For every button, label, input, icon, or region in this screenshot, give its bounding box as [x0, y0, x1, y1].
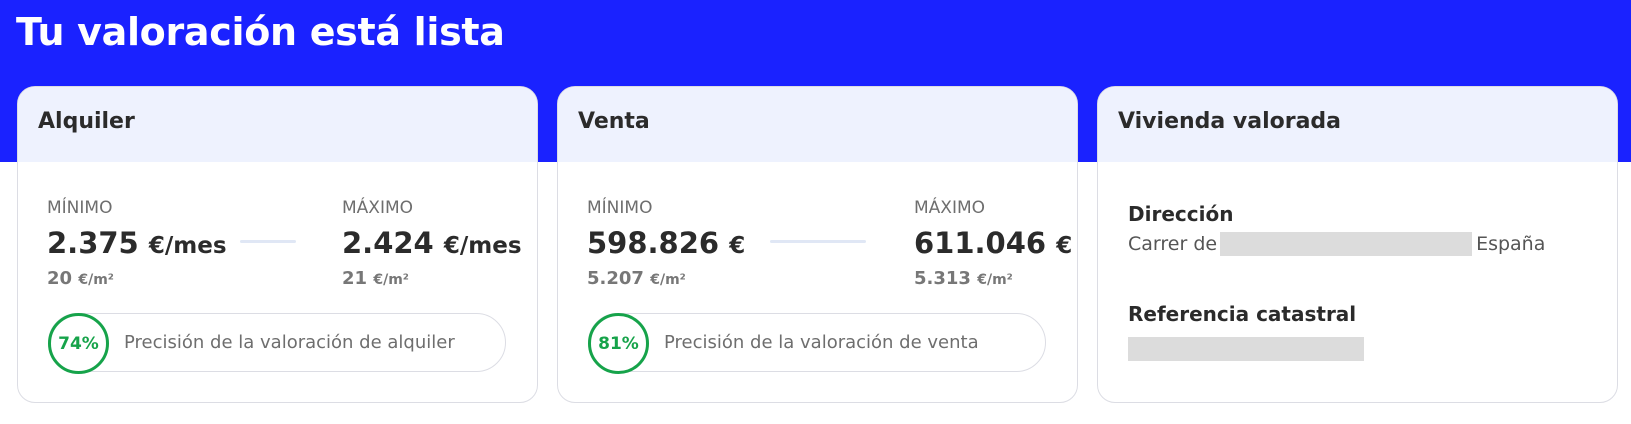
rent-precision-pill: 74% Precisión de la valoración de alquil… [48, 313, 506, 374]
sale-min: MÍNIMO 598.826 € 5.207 €/m² [587, 198, 745, 289]
rent-min: MÍNIMO 2.375 €/mes 20 €/m² [47, 198, 227, 289]
rent-min-sqm: 20 €/m² [47, 268, 114, 289]
range-divider [240, 240, 296, 243]
cadastral-label: Referencia catastral [1128, 302, 1357, 326]
sale-card-title: Venta [578, 109, 650, 134]
rent-max: MÁXIMO 2.424 €/mes 21 €/m² [342, 198, 522, 289]
address-value: Carrer de España [1128, 229, 1545, 259]
page-title: Tu valoración está lista [16, 10, 505, 54]
range-divider [770, 240, 866, 243]
rent-card-title: Alquiler [38, 109, 135, 134]
rent-max-label: MÁXIMO [342, 198, 414, 218]
sale-precision-text: Precisión de la valoración de venta [664, 332, 979, 353]
sale-min-value: 598.826 € [587, 226, 746, 260]
rent-max-sqm: 21 €/m² [342, 268, 409, 289]
address-suffix: España [1476, 233, 1546, 255]
sale-max: MÁXIMO 611.046 € 5.313 €/m² [914, 198, 1072, 289]
property-card-header: Vivienda valorada [1098, 87, 1617, 162]
sale-max-value: 611.046 € [914, 226, 1073, 260]
sale-card: Venta MÍNIMO 598.826 € 5.207 €/m² MÁXIMO… [557, 86, 1078, 403]
property-card: Vivienda valorada Dirección Carrer de Es… [1097, 86, 1618, 403]
rent-min-value: 2.375 €/mes [47, 226, 227, 260]
rent-precision-text: Precisión de la valoración de alquiler [124, 332, 455, 353]
sale-card-header: Venta [558, 87, 1077, 162]
rent-card: Alquiler MÍNIMO 2.375 €/mes 20 €/m² MÁXI… [17, 86, 538, 403]
rent-min-label: MÍNIMO [47, 198, 113, 218]
address-redaction [1220, 232, 1473, 256]
sale-max-sqm: 5.313 €/m² [914, 268, 1013, 289]
sale-min-label: MÍNIMO [587, 198, 653, 218]
sale-max-label: MÁXIMO [914, 198, 986, 218]
sale-precision-ring: 81% [588, 313, 649, 374]
sale-precision-pill: 81% Precisión de la valoración de venta [588, 313, 1046, 374]
address-prefix: Carrer de [1128, 233, 1218, 255]
rent-max-value: 2.424 €/mes [342, 226, 522, 260]
cadastral-redaction [1128, 337, 1364, 361]
address-label: Dirección [1128, 202, 1234, 226]
rent-card-header: Alquiler [18, 87, 537, 162]
rent-precision-ring: 74% [48, 313, 109, 374]
property-card-title: Vivienda valorada [1118, 109, 1342, 134]
sale-min-sqm: 5.207 €/m² [587, 268, 686, 289]
